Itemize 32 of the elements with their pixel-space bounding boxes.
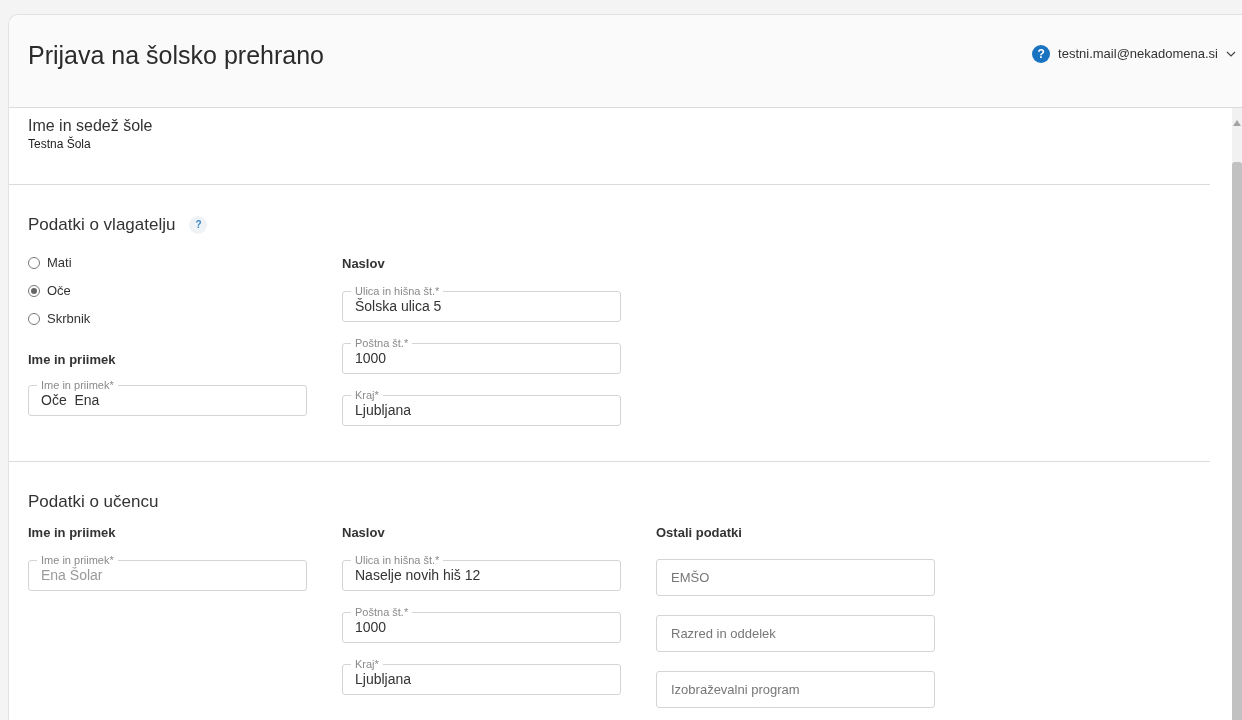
school-label: Ime in sedež šole	[28, 116, 154, 136]
input-field[interactable]: Ime in priimek* Oče Ena	[28, 379, 307, 416]
scrollbar-thumb[interactable]	[1232, 162, 1242, 720]
input-field[interactable]: Razred in oddelek	[656, 615, 935, 652]
section-title: Podatki o učencu	[28, 491, 160, 513]
column-heading: Naslov	[342, 254, 386, 273]
radio-option[interactable]: Mati	[28, 253, 307, 272]
chevron-down-icon[interactable]	[1226, 51, 1236, 57]
column-heading: Ime in priimek	[28, 350, 117, 369]
input-field[interactable]: Izobraževalni program	[656, 671, 935, 708]
input-field[interactable]: Poštna št.* 1000	[342, 337, 621, 374]
input-field[interactable]: EMŠO	[656, 559, 935, 596]
help-button[interactable]: ?	[1032, 45, 1051, 63]
input-field[interactable]: Kraj* Ljubljana	[342, 389, 621, 426]
input-field[interactable]: Ulica in hišna št.* Naselje novih hiš 12	[342, 554, 621, 591]
column-heading: Ostali podatki	[656, 523, 743, 542]
page-title: Prijava na šolsko prehrano	[28, 40, 324, 72]
radio-button[interactable]	[28, 256, 40, 269]
scroll-up-icon[interactable]	[1233, 120, 1241, 126]
input-field[interactable]: Ulica in hišna št.* Šolska ulica 5	[342, 285, 621, 322]
column-heading: Ime in priimek	[28, 523, 117, 542]
input-field[interactable]: Poštna št.* 1000	[342, 606, 621, 643]
school-name: Testna Šola	[28, 136, 92, 152]
input-field[interactable]: Kraj* Ljubljana	[342, 658, 621, 695]
radio-button[interactable]	[28, 312, 40, 325]
user-email[interactable]: testni.mail@nekadomena.si	[1058, 44, 1218, 64]
column-heading: Naslov	[342, 523, 386, 542]
radio-button[interactable]	[28, 284, 40, 297]
radio-option[interactable]: Oče	[28, 281, 307, 300]
radio-option[interactable]: Skrbnik	[28, 309, 307, 328]
section-title: Podatki o vlagatelju	[28, 214, 176, 236]
help-button[interactable]: ?	[189, 215, 208, 234]
